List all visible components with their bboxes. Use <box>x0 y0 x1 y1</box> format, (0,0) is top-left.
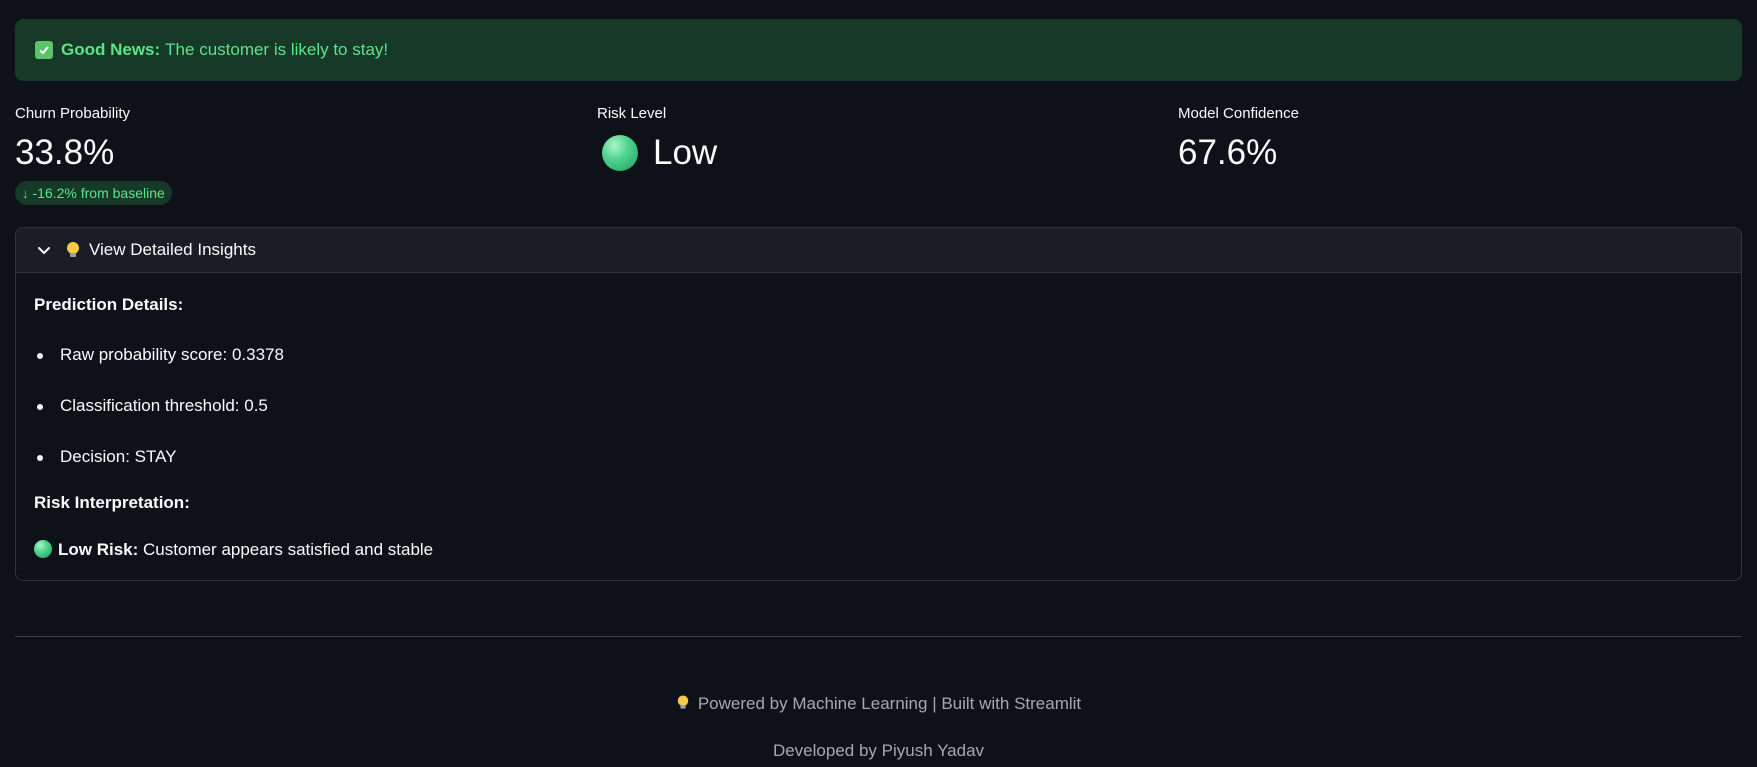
churn-label: Churn Probability <box>15 105 131 122</box>
prediction-details-list: Raw probability score: 0.3378 Classifica… <box>34 343 1723 469</box>
expander-header[interactable]: View Detailed Insights <box>16 228 1741 273</box>
churn-delta-badge: ↓ -16.2% from baseline <box>15 181 172 205</box>
alert-strong-text: Good News: <box>61 40 161 59</box>
risk-value-row: Low <box>597 131 717 175</box>
list-item: Classification threshold: 0.5 <box>34 394 1723 418</box>
risk-metric: Risk Level Low <box>597 104 717 175</box>
green-circle-icon <box>602 135 638 171</box>
success-alert: Good News: The customer is likely to sta… <box>15 19 1742 81</box>
risk-strong: Low Risk: <box>58 540 139 559</box>
churn-value: 33.8% <box>15 133 115 172</box>
alert-message: The customer is likely to stay! <box>165 40 389 59</box>
risk-interpretation-title: Risk Interpretation: <box>34 493 190 512</box>
arrow-down-icon: ↓ <box>22 185 29 201</box>
footer-powered-text: Powered by Machine Learning | Built with… <box>697 694 1082 713</box>
expander-body: Prediction Details: Raw probability scor… <box>16 273 1741 580</box>
expander-title: View Detailed Insights <box>89 240 256 259</box>
list-item: Decision: STAY <box>34 445 1723 469</box>
prediction-details-title: Prediction Details: <box>34 295 184 314</box>
risk-text: Customer appears satisfied and stable <box>143 540 434 559</box>
footer-powered: Powered by Machine Learning | Built with… <box>0 694 1757 714</box>
risk-label: Risk Level <box>597 105 667 122</box>
app-page: Good News: The customer is likely to sta… <box>0 0 1757 767</box>
churn-metric: Churn Probability 33.8% ↓ -16.2% from ba… <box>15 104 172 205</box>
confidence-metric: Model Confidence 67.6% <box>1178 104 1299 175</box>
list-item: Raw probability score: 0.3378 <box>34 343 1723 367</box>
confidence-value: 67.6% <box>1178 133 1278 172</box>
check-box-icon <box>35 41 53 59</box>
lightbulb-icon <box>67 242 79 257</box>
insights-expander: View Detailed Insights Prediction Detail… <box>15 227 1742 581</box>
lightbulb-icon <box>677 695 689 709</box>
confidence-label: Model Confidence <box>1178 105 1299 122</box>
churn-delta-text: -16.2% from baseline <box>32 185 165 201</box>
risk-interpretation-line: Low Risk: Customer appears satisfied and… <box>34 538 1723 562</box>
chevron-down-icon <box>38 247 50 254</box>
risk-value: Low <box>653 133 718 172</box>
divider <box>15 636 1742 637</box>
green-circle-icon <box>34 540 52 558</box>
footer-developer: Developed by Piyush Yadav <box>772 741 985 760</box>
